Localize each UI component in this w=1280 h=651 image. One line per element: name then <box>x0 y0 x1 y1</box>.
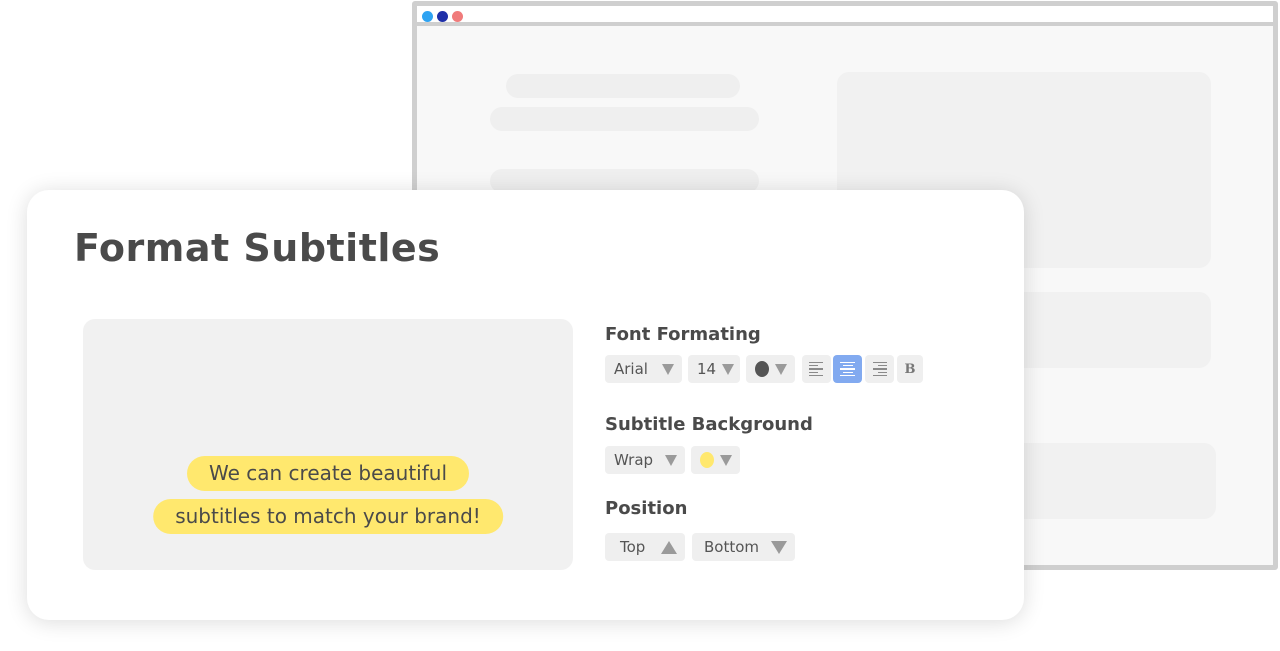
subtitle-preview: We can create beautiful subtitles to mat… <box>83 319 573 570</box>
font-size-select[interactable]: 14 <box>688 355 740 383</box>
subtitle-line: subtitles to match your brand! <box>153 499 503 534</box>
color-swatch-icon <box>700 452 714 468</box>
position-bottom-button[interactable]: Bottom <box>692 533 795 561</box>
font-family-value: Arial <box>614 360 648 378</box>
browser-titlebar <box>417 6 1273 26</box>
position-top-label: Top <box>620 538 646 556</box>
bold-button[interactable]: B <box>897 355 923 383</box>
font-size-value: 14 <box>697 360 717 378</box>
align-left-button[interactable] <box>802 355 831 383</box>
text-color-select[interactable] <box>746 355 795 383</box>
chevron-up-icon <box>661 540 677 554</box>
align-right-button[interactable] <box>865 355 894 383</box>
position-top-button[interactable]: Top <box>605 533 685 561</box>
chevron-down-icon <box>662 363 674 375</box>
subtitle-line: We can create beautiful <box>187 456 469 491</box>
chevron-down-icon <box>775 363 787 375</box>
font-formatting-label: Font Formating <box>605 324 761 345</box>
subtitle-background-label: Subtitle Background <box>605 414 813 435</box>
align-left-icon <box>809 361 823 363</box>
font-family-select[interactable]: Arial <box>605 355 682 383</box>
placeholder-line <box>490 107 759 131</box>
chevron-down-icon <box>722 363 735 375</box>
color-swatch-icon <box>755 361 769 377</box>
position-label: Position <box>605 498 688 519</box>
stage: Format Subtitles We can create beautiful… <box>0 0 1280 651</box>
panel-title: Format Subtitles <box>74 226 441 270</box>
align-center-icon <box>840 361 855 363</box>
background-mode-value: Wrap <box>614 451 654 469</box>
chevron-down-icon <box>665 454 677 466</box>
placeholder-line <box>506 74 740 98</box>
window-dot-icon <box>437 11 448 22</box>
align-center-button[interactable] <box>833 355 862 383</box>
background-color-select[interactable] <box>691 446 740 474</box>
chevron-down-icon <box>720 454 732 466</box>
position-bottom-label: Bottom <box>704 538 760 556</box>
background-mode-select[interactable]: Wrap <box>605 446 685 474</box>
chevron-down-icon <box>771 540 787 554</box>
align-right-icon <box>873 361 887 363</box>
window-dot-icon <box>452 11 463 22</box>
format-subtitles-panel: Format Subtitles We can create beautiful… <box>27 190 1024 620</box>
window-dot-icon <box>422 11 433 22</box>
